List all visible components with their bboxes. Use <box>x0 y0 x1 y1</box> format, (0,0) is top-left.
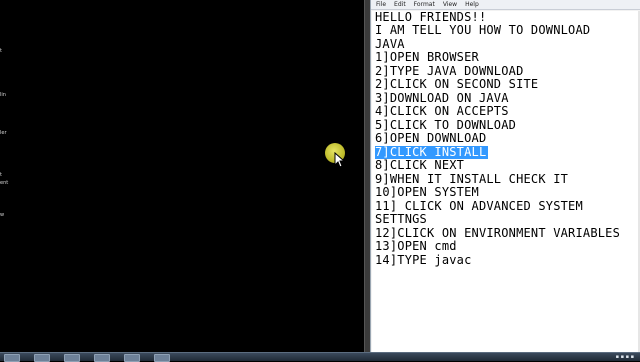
mouse-cursor-icon <box>334 152 346 168</box>
editor-line: SETTNGS <box>375 212 427 226</box>
start-button[interactable] <box>4 354 20 362</box>
tray-icons[interactable]: ▪ ▪ ▪ ▪ <box>616 354 634 360</box>
editor-line: 10]OPEN SYSTEM <box>375 185 479 199</box>
menu-help[interactable]: Help <box>465 1 479 8</box>
editor-line: 1]OPEN BROWSER <box>375 50 479 64</box>
menu-bar: File Edit Format View Help <box>371 0 640 10</box>
editor-line: 2]CLICK ON SECOND SITE <box>375 77 539 91</box>
editor-line: 14]TYPE javac <box>375 253 472 267</box>
desktop-icon-label-5[interactable]: ent <box>0 180 12 186</box>
editor-line: I AM TELL YOU HOW TO DOWNLOAD <box>375 23 591 37</box>
menu-view[interactable]: View <box>443 1 457 8</box>
editor-line: 6]OPEN DOWNLOAD <box>375 131 487 145</box>
desktop-icon-label-4[interactable]: t <box>0 172 12 178</box>
menu-format[interactable]: Format <box>414 1 435 8</box>
desktop-icon-label-1[interactable]: t <box>0 48 12 54</box>
menu-file[interactable]: File <box>376 1 386 8</box>
text-editor-area[interactable]: HELLO FRIENDS!! I AM TELL YOU HOW TO DOW… <box>372 11 640 352</box>
taskbar-app-button[interactable] <box>34 354 50 362</box>
editor-line: 8]CLICK NEXT <box>375 158 465 172</box>
editor-line: 4]CLICK ON ACCEPTS <box>375 104 509 118</box>
menu-edit[interactable]: Edit <box>394 1 406 8</box>
notepad-window: File Edit Format View Help HELLO FRIENDS… <box>370 0 640 352</box>
desktop-icon-label-6[interactable]: w <box>0 212 12 218</box>
taskbar-app-button[interactable] <box>64 354 80 362</box>
taskbar-app-button[interactable] <box>154 354 170 362</box>
editor-line: 13]OPEN cmd <box>375 239 457 253</box>
desktop-icon-label-3[interactable]: ler <box>0 130 12 136</box>
taskbar-app-button[interactable] <box>94 354 110 362</box>
taskbar-app-button[interactable] <box>124 354 140 362</box>
desktop-icon-label-2[interactable]: lin <box>0 92 12 98</box>
